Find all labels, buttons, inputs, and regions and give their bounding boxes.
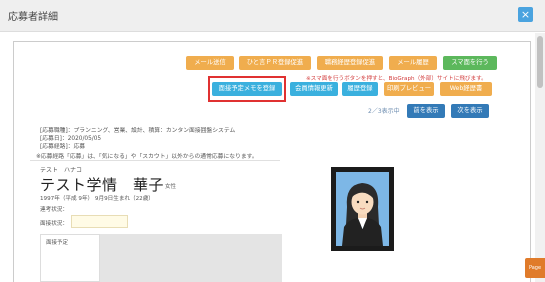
- close-button[interactable]: ×: [518, 7, 533, 22]
- applicant-name: テスト学情 華子: [40, 176, 165, 194]
- smart-interview-note: ※スマ面を行うボタンを押すと、BioGraph（外部）サイトに飛びます。: [306, 76, 487, 82]
- mail-history-button[interactable]: メール履歴: [389, 56, 437, 70]
- interview-status-label: 面接状況：: [40, 221, 68, 227]
- send-mail-button[interactable]: メール送信: [186, 56, 234, 70]
- promote-career-button[interactable]: 職務経歴登録促進: [317, 56, 383, 70]
- contact-status-label: 連考状況：: [40, 207, 68, 213]
- update-member-button[interactable]: 会員情報更新: [290, 82, 338, 96]
- modal-header: 応募者詳細 ×: [0, 0, 545, 32]
- prev-button[interactable]: 前を表示: [407, 104, 445, 118]
- modal-title: 応募者詳細: [8, 12, 58, 23]
- birth-date: 1997年（平成 9年） 9月9日生まれ（22歳）: [40, 196, 154, 202]
- web-resume-button[interactable]: Web経歴書: [440, 82, 492, 96]
- route-note: ※応募経路「応募」は、「気になる」や「スカウト」以外からの通常応募になります。: [36, 154, 258, 160]
- applied-route: [応募経路]：応募: [40, 144, 86, 150]
- applicant-detail-modal: 応募者詳細 × メール送信 ひと言ＰＲ登録促進 職務経歴登録促進 メール履歴 ス…: [0, 0, 545, 282]
- gender: 女性: [165, 184, 177, 190]
- highlight-box: [208, 76, 286, 102]
- print-preview-button[interactable]: 印刷プレビュー: [384, 82, 434, 96]
- name-kana: テスト ハナコ: [40, 167, 83, 174]
- avatar-illustration: [336, 172, 389, 246]
- promote-pr-button[interactable]: ひと言ＰＲ登録促進: [239, 56, 311, 70]
- interview-plan-value: [100, 234, 282, 282]
- divider: [30, 160, 280, 161]
- applicant-photo: [331, 167, 394, 251]
- interview-plan-label: 面接予定: [46, 240, 69, 246]
- register-history-button[interactable]: 履歴登録: [342, 82, 378, 96]
- result-count: 2／3表示中: [368, 108, 400, 115]
- smart-interview-button[interactable]: スマ面を行う: [443, 56, 497, 70]
- page-side-tab[interactable]: Page: [525, 258, 545, 278]
- scrollbar-thumb[interactable]: [537, 36, 543, 88]
- interview-status-input[interactable]: [71, 215, 128, 228]
- next-button[interactable]: 次を表示: [451, 104, 489, 118]
